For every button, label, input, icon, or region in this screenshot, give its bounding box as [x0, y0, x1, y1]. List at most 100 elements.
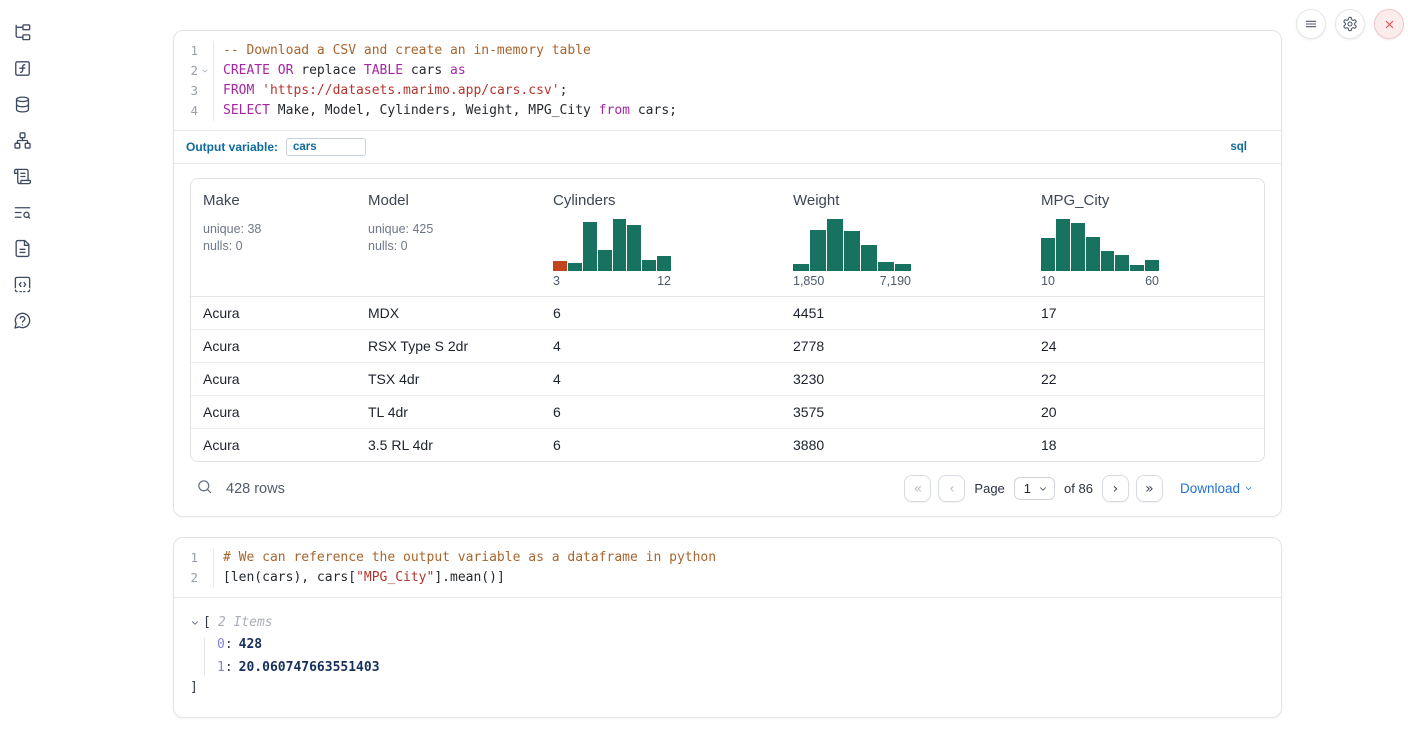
- histogram-bar: [878, 262, 894, 271]
- close-icon: [1382, 17, 1397, 32]
- pagination: « ‹ Page 1 of 86 › » Download: [904, 475, 1259, 502]
- settings-button[interactable]: [1335, 9, 1365, 39]
- hamburger-icon: [1303, 16, 1319, 32]
- column-header-weight[interactable]: Weight1,8507,190: [781, 179, 1029, 296]
- histogram-bar: [895, 264, 911, 271]
- column-stats: unique: 38nulls: 0: [203, 221, 344, 255]
- histogram-bars: [553, 219, 671, 271]
- pagination-prev-button[interactable]: ‹: [938, 475, 965, 502]
- download-button[interactable]: Download: [1180, 481, 1253, 496]
- notebook-menu-button[interactable]: [1296, 9, 1326, 39]
- tree-entry: 0:428: [217, 638, 1265, 652]
- python-code-editor[interactable]: 1# We can reference the output variable …: [174, 538, 1281, 597]
- table-cell: 6: [541, 396, 781, 428]
- code-line[interactable]: 2CREATE OR replace TABLE cars as: [174, 61, 1281, 81]
- chevron-down-icon[interactable]: [190, 618, 200, 628]
- code-line[interactable]: 1# We can reference the output variable …: [174, 548, 1281, 568]
- histogram-bar: [1071, 223, 1085, 271]
- table-cell: 6: [541, 429, 781, 461]
- download-label: Download: [1180, 481, 1240, 496]
- text-search-icon: [13, 203, 32, 222]
- histogram-bar: [642, 260, 656, 271]
- code-text[interactable]: # We can reference the output variable a…: [213, 548, 1281, 568]
- sidebar-item-dependency-graph[interactable]: [0, 122, 44, 158]
- notebook: 1 -- Download a CSV and create an in-memo…: [173, 30, 1282, 718]
- column-title: MPG_City: [1041, 192, 1252, 209]
- code-text[interactable]: [len(cars), cars["MPG_City"].mean()]: [213, 568, 1281, 588]
- fold-chevron-icon[interactable]: [198, 61, 211, 81]
- line-number: 3: [174, 81, 198, 101]
- histogram-range-labels: 1060: [1041, 274, 1159, 288]
- table-cell: Acura: [191, 330, 356, 362]
- search-icon[interactable]: [196, 478, 213, 500]
- histogram-bar: [810, 230, 826, 271]
- code-text[interactable]: FROM 'https://datasets.marimo.app/cars.c…: [213, 81, 1281, 101]
- fold-slot: [198, 81, 211, 101]
- page-select-value: 1: [1024, 481, 1031, 496]
- histogram-bar: [613, 219, 627, 271]
- code-text[interactable]: -- Download a CSV and create an in-memor…: [213, 41, 1281, 61]
- network-icon: [13, 131, 32, 150]
- histogram-bar: [1101, 251, 1115, 271]
- table-cell: Acura: [191, 297, 356, 329]
- histogram-bar: [553, 261, 567, 271]
- pagination-first-button[interactable]: «: [904, 475, 931, 502]
- page-label: Page: [974, 481, 1004, 496]
- sidebar-item-snippets[interactable]: [0, 266, 44, 302]
- table-cell: TSX 4dr: [356, 363, 541, 395]
- histogram-bar: [1056, 219, 1070, 271]
- output-variable-input[interactable]: [286, 138, 366, 156]
- column-header-make[interactable]: Makeunique: 38nulls: 0: [191, 179, 356, 296]
- output-variable-label: Output variable:: [186, 140, 278, 154]
- sidebar-item-logs[interactable]: [0, 194, 44, 230]
- histogram-bar: [793, 264, 809, 271]
- pagination-next-button[interactable]: ›: [1102, 475, 1129, 502]
- sql-code-editor[interactable]: 1-- Download a CSV and create an in-memo…: [174, 31, 1281, 130]
- line-number: 2: [174, 568, 198, 588]
- python-cell: 1# We can reference the output variable …: [173, 537, 1282, 718]
- table-row: AcuraMDX6445117: [191, 297, 1264, 330]
- code-line[interactable]: 3 FROM 'https://datasets.marimo.app/cars.…: [174, 81, 1281, 101]
- sql-cell-output: Makeunique: 38nulls: 0 Model unique: 425nu…: [174, 163, 1281, 516]
- column-title: Cylinders: [553, 192, 769, 209]
- table-cell: 18: [1029, 429, 1264, 461]
- code-text[interactable]: SELECT Make, Model, Cylinders, Weight, M…: [213, 101, 1281, 121]
- sidebar-item-documentation[interactable]: [0, 230, 44, 266]
- column-title: Model: [368, 192, 529, 209]
- column-stats: unique: 425nulls: 0: [368, 221, 529, 255]
- message-question-icon: [13, 311, 32, 330]
- table-cell: 3880: [781, 429, 1029, 461]
- histogram-bars: [1041, 219, 1159, 271]
- shutdown-button[interactable]: [1374, 9, 1404, 39]
- sidebar-panel-switcher: [0, 14, 44, 338]
- histogram-bar: [827, 219, 843, 271]
- sidebar-item-file-explorer[interactable]: [0, 14, 44, 50]
- histogram-bar: [627, 225, 641, 271]
- table-cell: MDX: [356, 297, 541, 329]
- code-text[interactable]: CREATE OR replace TABLE cars as: [213, 61, 1281, 81]
- table-cell: 3230: [781, 363, 1029, 395]
- column-histogram: 1060: [1041, 219, 1159, 288]
- data-table: Makeunique: 38nulls: 0 Model unique: 425nu…: [190, 178, 1265, 462]
- table-cell: 4: [541, 330, 781, 362]
- code-line[interactable]: 4 SELECT Make, Model, Cylinders, Weight, …: [174, 101, 1281, 121]
- open-bracket: [: [203, 615, 211, 630]
- sidebar-item-scratchpad[interactable]: [0, 158, 44, 194]
- column-header-cylinders[interactable]: Cylinders312: [541, 179, 781, 296]
- sidebar-item-help[interactable]: [0, 302, 44, 338]
- histogram-bar: [1145, 260, 1159, 271]
- sidebar-item-datasources[interactable]: [0, 86, 44, 122]
- page-select[interactable]: 1: [1014, 477, 1055, 500]
- sidebar-item-variables[interactable]: [0, 50, 44, 86]
- code-line[interactable]: 2 [len(cars), cars["MPG_City"].mean()]: [174, 568, 1281, 588]
- column-header-model[interactable]: Model unique: 425nulls: 0: [356, 179, 541, 296]
- tree-entries: 0:4281:20.060747663551403: [204, 638, 1265, 675]
- table-footer: 428 rows « ‹ Page 1 of 86 › » Download: [190, 466, 1265, 504]
- line-number: 4: [174, 101, 198, 121]
- code-square-icon: [13, 275, 32, 294]
- table-cell: Acura: [191, 396, 356, 428]
- code-line[interactable]: 1-- Download a CSV and create an in-memo…: [174, 41, 1281, 61]
- notebook-actions: [1296, 9, 1404, 39]
- column-header-mpg_city[interactable]: MPG_City 1060: [1029, 179, 1264, 296]
- pagination-last-button[interactable]: »: [1136, 475, 1163, 502]
